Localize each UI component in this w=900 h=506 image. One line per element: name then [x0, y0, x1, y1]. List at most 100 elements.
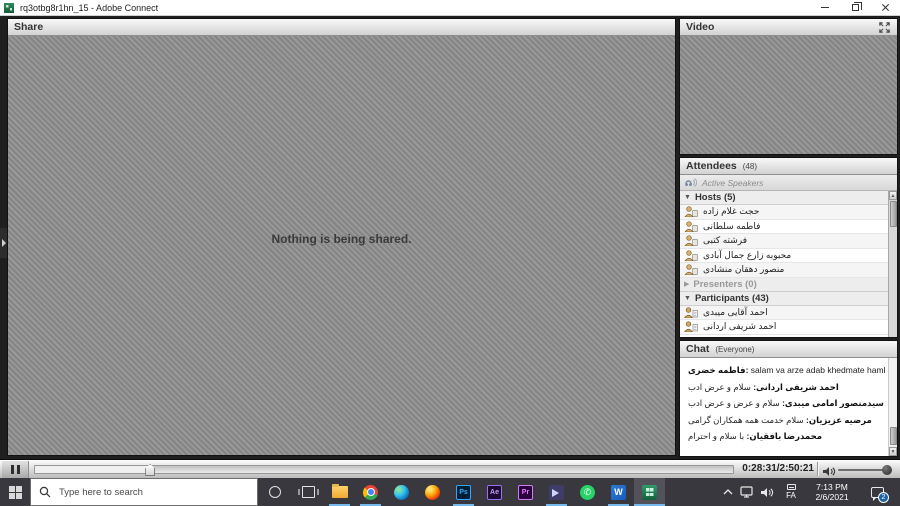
- taskbar-word[interactable]: W: [603, 478, 634, 506]
- task-view-button[interactable]: [292, 478, 324, 506]
- expand-arrow-icon: [1, 239, 6, 247]
- host-row[interactable]: منصور دهقان منشادی: [680, 263, 888, 278]
- chat-pod-header: Chat (Everyone): [680, 341, 897, 358]
- video-pod-header: Video: [680, 19, 897, 36]
- taskbar-premiere[interactable]: Pr: [510, 478, 541, 506]
- chat-scope-label: (Everyone): [715, 344, 755, 354]
- notification-badge: 2: [878, 492, 889, 503]
- start-button[interactable]: [0, 478, 30, 506]
- taskbar-chrome[interactable]: [355, 478, 386, 506]
- host-row[interactable]: فرشته کتبی: [680, 234, 888, 249]
- participant-row[interactable]: احمد شریفی اردانی: [680, 320, 888, 335]
- word-icon: W: [611, 484, 626, 500]
- action-center-button[interactable]: 2: [860, 478, 894, 506]
- windows-logo-icon: [8, 485, 22, 499]
- chat-message: سیدمنصور امامی میبدی: سلام و عرض و عرض ا…: [688, 398, 885, 409]
- attendee-name: منصور دهقان منشادی: [703, 264, 785, 275]
- chat-message-text: سلام و عرض ادب: [688, 381, 751, 392]
- taskbar-edge[interactable]: [386, 478, 417, 506]
- chat-pod-title: Chat: [686, 343, 710, 355]
- collapsed-arrow-icon: ▶: [684, 281, 690, 288]
- volume-tray-button[interactable]: [757, 478, 778, 506]
- search-icon: [39, 486, 51, 498]
- host-icon: [684, 206, 698, 218]
- seek-bar[interactable]: [34, 464, 734, 476]
- restore-button[interactable]: [840, 0, 870, 15]
- clock-time: 7:13 PM: [816, 482, 848, 492]
- sidebar-expander[interactable]: [0, 228, 7, 258]
- taskbar-whatsapp[interactable]: ✆: [572, 478, 603, 506]
- premiere-icon: Pr: [518, 484, 533, 500]
- hosts-group-header[interactable]: ▼ Hosts (5): [680, 191, 888, 205]
- volume-slider[interactable]: [838, 465, 893, 475]
- windows-taskbar: Type here to search Ps Ae Pr ✆ W FA 7:13…: [0, 478, 900, 506]
- search-placeholder: Type here to search: [59, 486, 143, 498]
- recording-playback-bar: 0:28:31/2:50:21: [0, 459, 900, 478]
- taskbar-adobe-connect[interactable]: [634, 478, 665, 506]
- attendee-name: احمد شریفی اردانی: [703, 321, 777, 332]
- host-row[interactable]: فاطمه سلطانی: [680, 219, 888, 234]
- language-indicator[interactable]: FA: [778, 478, 804, 506]
- attendees-count: (48): [742, 161, 757, 171]
- tray-overflow-button[interactable]: [720, 478, 736, 506]
- participants-group-label: Participants (43): [694, 292, 769, 304]
- edge-icon: [394, 484, 409, 500]
- minimize-button[interactable]: [810, 0, 840, 15]
- taskbar-after-effects[interactable]: Ae: [479, 478, 510, 506]
- participant-row[interactable]: احمد آقایی میبدی: [680, 305, 888, 320]
- presenters-group-header[interactable]: ▶ Presenters (0): [680, 277, 888, 292]
- clock[interactable]: 7:13 PM 2/6/2021: [804, 478, 860, 506]
- video-pod-body: [680, 36, 897, 154]
- share-pod-title: Share: [14, 21, 44, 33]
- chat-message: مرضیه عزیزیان: سلام خدمت همه همکاران گرا…: [688, 415, 885, 426]
- scrollbar-thumb[interactable]: [889, 201, 897, 227]
- media-player-icon: [549, 484, 564, 500]
- video-fullscreen-button[interactable]: [877, 21, 891, 34]
- host-row[interactable]: حجت غلام زاده: [680, 205, 888, 220]
- attendee-name: فرشته کتبی: [703, 235, 748, 246]
- chat-sender-name: محمدرضا بافقیان:: [746, 431, 822, 441]
- taskbar-firefox[interactable]: [417, 478, 448, 506]
- taskbar-photoshop[interactable]: Ps: [448, 478, 479, 506]
- close-button[interactable]: [870, 0, 900, 15]
- participants-list: احمد آقایی میبدی احمد شریفی اردانی: [680, 305, 888, 335]
- scroll-down-button[interactable]: ▼: [889, 447, 897, 456]
- nothing-shared-message: Nothing is being shared.: [271, 232, 412, 246]
- chat-sender-name: احمد شریفی اردانی:: [753, 381, 839, 392]
- network-icon: [739, 486, 753, 498]
- network-status-button[interactable]: [736, 478, 757, 506]
- host-row[interactable]: محبوبه زارع جمال آبادی: [680, 248, 888, 263]
- active-speakers-label: Active Speakers: [702, 177, 764, 188]
- chat-messages: فاطمه خضری: salam va arze adab khedmate …: [680, 358, 897, 442]
- video-pod-title: Video: [686, 21, 715, 33]
- chat-pod: Chat (Everyone) فاطمه خضری: salam va arz…: [679, 340, 898, 457]
- participants-group-header[interactable]: ▼ Participants (43): [680, 291, 888, 306]
- hosts-list: حجت غلام زاده فاطمه سلطانی فرشته کتبی مح…: [680, 205, 888, 278]
- chat-message: فاطمه خضری: salam va arze adab khedmate …: [688, 365, 885, 376]
- attendee-name: محبوبه زارع جمال آبادی: [703, 249, 792, 260]
- pause-icon: [10, 465, 14, 474]
- collapse-arrow-icon: ▼: [684, 294, 691, 302]
- cortana-button[interactable]: [258, 478, 292, 506]
- active-speakers-bar[interactable]: Active Speakers: [680, 175, 897, 191]
- volume-handle[interactable]: [882, 465, 893, 475]
- pause-button[interactable]: [2, 461, 29, 478]
- taskbar-search-box[interactable]: Type here to search: [30, 478, 258, 506]
- attendees-pod: Attendees (48) Active Speakers ▼ Hosts (…: [679, 157, 898, 338]
- chat-message-text: salam va arze adab khedmate hamkarane ge…: [750, 365, 885, 375]
- language-code: FA: [786, 491, 796, 500]
- taskbar-file-explorer[interactable]: [324, 478, 355, 506]
- pause-icon: [16, 465, 20, 474]
- attendee-name: فاطمه سلطانی: [703, 220, 761, 231]
- host-icon: [684, 221, 698, 232]
- clock-date: 2/6/2021: [815, 492, 849, 502]
- share-pod-body: Nothing is being shared.: [8, 36, 675, 455]
- taskbar-media-player[interactable]: [541, 478, 572, 506]
- attendees-scrollbar[interactable]: ▲: [888, 191, 897, 337]
- scroll-up-button[interactable]: ▲: [889, 191, 897, 200]
- host-icon: [684, 235, 698, 247]
- chat-sender-name: مرضیه عزیزیان:: [805, 414, 872, 425]
- scrollbar-thumb[interactable]: [889, 427, 897, 445]
- system-tray: FA 7:13 PM 2/6/2021 2: [720, 478, 900, 506]
- chat-scrollbar[interactable]: ▼: [888, 358, 897, 456]
